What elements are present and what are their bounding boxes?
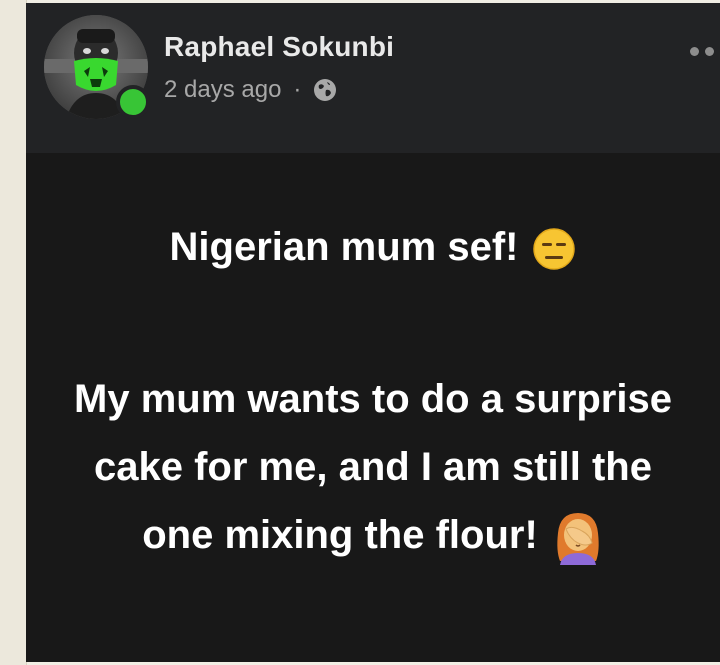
author-name[interactable]: Raphael Sokunbi [164, 31, 394, 63]
post-card: Raphael Sokunbi 2 days ago · Nigerian mu… [26, 3, 720, 662]
author-avatar[interactable] [44, 15, 150, 119]
post-header: Raphael Sokunbi 2 days ago · [26, 3, 720, 153]
more-dot-icon [705, 47, 714, 56]
post-meta: 2 days ago · [164, 73, 337, 107]
expressionless-face-emoji-icon [532, 227, 576, 271]
woman-facepalming-emoji-icon [552, 509, 604, 566]
more-options-button[interactable] [690, 47, 714, 56]
post-headline: Nigerian mum sef! [56, 223, 690, 271]
post-body: Nigerian mum sef! My mum wants to do a s… [26, 153, 720, 662]
globe-icon[interactable] [313, 78, 337, 102]
more-dot-icon [690, 47, 699, 56]
post-timestamp[interactable]: 2 days ago [164, 76, 281, 104]
meta-separator: · [293, 76, 302, 103]
headline-text: Nigerian mum sef! [169, 225, 519, 269]
page-background-strip [0, 0, 27, 665]
post-message: My mum wants to do a surprise cake for m… [56, 365, 690, 569]
online-status-dot [116, 85, 150, 119]
